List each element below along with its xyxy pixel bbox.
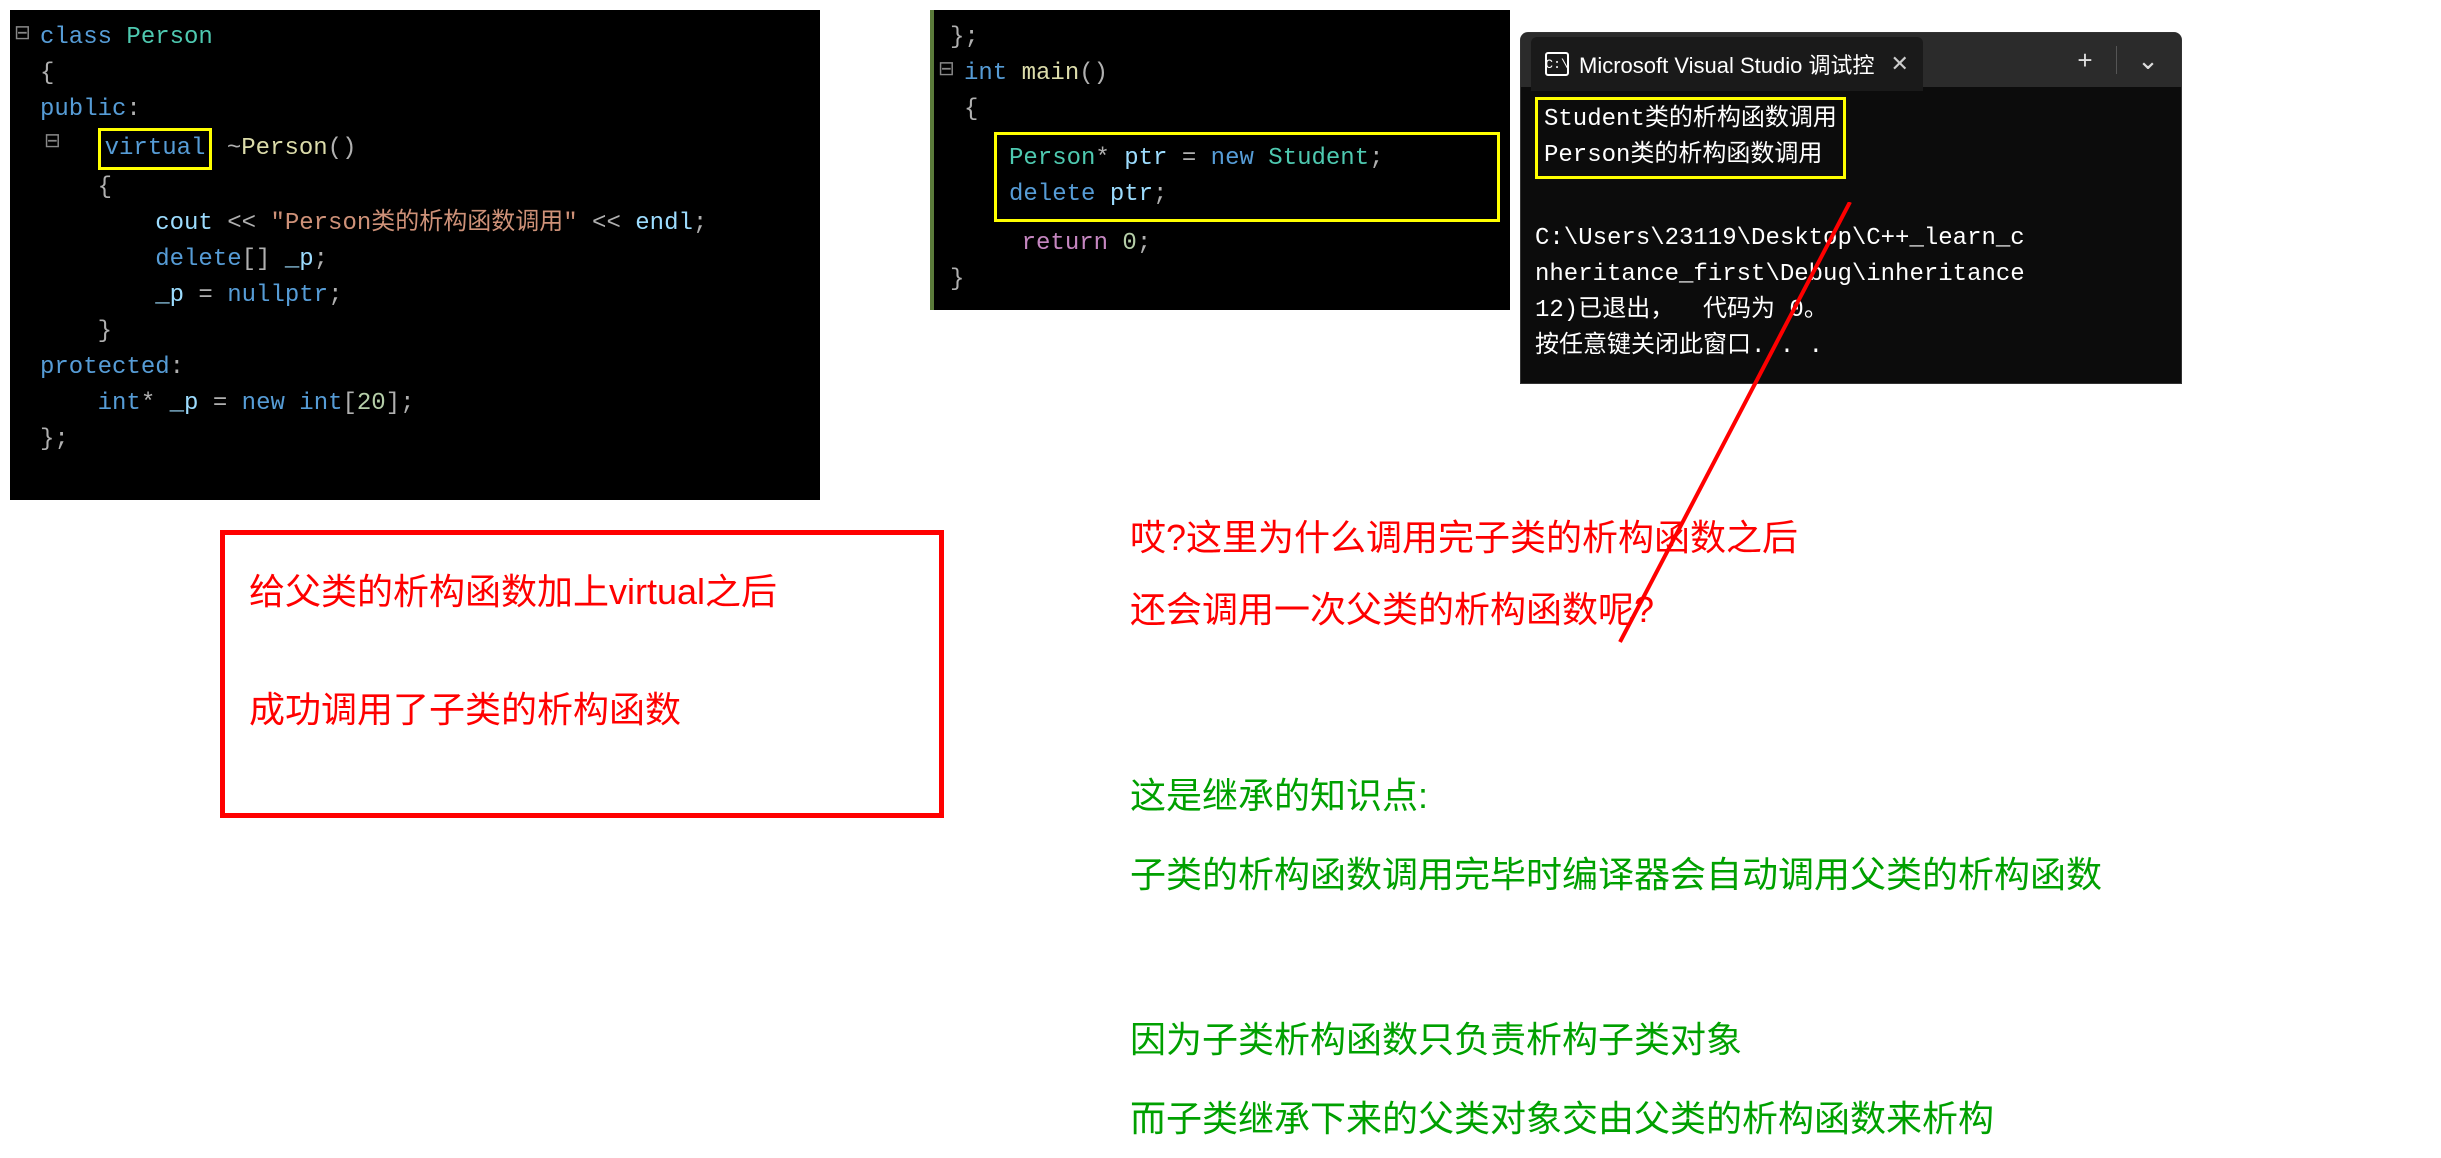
annotation-text: 而子类继承下来的父类对象交由父类的析构函数来析构 (1130, 1079, 1994, 1158)
code-line: Person* ptr = new Student; (1009, 141, 1485, 177)
annotation-text: 这是继承的知识点: (1130, 756, 2102, 835)
annotation-text: 还会调用一次父类的析构函数呢? (1130, 574, 1798, 646)
annotation-green-block: 因为子类析构函数只负责析构子类对象 而子类继承下来的父类对象交由父类的析构函数来… (1130, 1000, 1994, 1158)
console-line: 按任意键关闭此窗口. . . (1535, 333, 1823, 360)
close-icon[interactable]: ✕ (1890, 51, 1908, 77)
code-line: public: (40, 92, 810, 128)
console-line: Person类的析构函数调用 (1544, 142, 1822, 169)
console-output: Student类的析构函数调用 Person类的析构函数调用 C:\Users\… (1521, 87, 2181, 383)
virtual-keyword-highlight: virtual (98, 128, 213, 170)
code-line: protected: (40, 350, 810, 386)
dropdown-icon[interactable]: ⌄ (2125, 37, 2171, 84)
annotation-text: 因为子类析构函数只负责析构子类对象 (1130, 1000, 1994, 1079)
code-line: } (950, 262, 1500, 298)
code-line: delete ptr; (1009, 177, 1485, 213)
code-editor-left: ⊟class Person { public: ⊟ virtual ~Perso… (10, 10, 820, 500)
code-editor-right: }; ⊟int main() { Person* ptr = new Stude… (930, 10, 1510, 310)
terminal-icon: C:\ (1545, 52, 1569, 76)
console-line: C:\Users\23119\Desktop\C++_learn_c (1535, 225, 2025, 252)
console-line: nheritance_first\Debug\inheritance (1535, 261, 2025, 288)
annotation-text: 成功调用了子类的析构函数 (249, 681, 915, 739)
code-line: ⊟int main() (964, 56, 1500, 92)
console-line: 12)已退出， 代码为 0。 (1535, 297, 1828, 324)
code-line: }; (40, 422, 810, 458)
code-line: return 0; (964, 226, 1500, 262)
main-body-highlight: Person* ptr = new Student; delete ptr; (994, 132, 1500, 222)
code-line: { (964, 92, 1500, 128)
annotation-text: 给父类的析构函数加上virtual之后 (249, 563, 915, 621)
fold-minus-icon: ⊟ (938, 56, 955, 86)
code-line: delete[] _p; (40, 242, 810, 278)
code-line: _p = nullptr; (40, 278, 810, 314)
annotation-green-block: 这是继承的知识点: 子类的析构函数调用完毕时编译器会自动调用父类的析构函数 (1130, 756, 2102, 914)
code-line: ⊟ virtual ~Person() (40, 128, 810, 170)
code-line: cout << "Person类的析构函数调用" << endl; (40, 206, 810, 242)
console-tab[interactable]: C:\ Microsoft Visual Studio 调试控 ✕ (1531, 37, 1923, 91)
console-titlebar: C:\ Microsoft Visual Studio 调试控 ✕ + ⌄ (1521, 33, 2181, 87)
code-line: { (40, 56, 810, 92)
annotation-text: 哎?这里为什么调用完子类的析构函数之后 (1130, 502, 1798, 574)
new-tab-button[interactable]: + (2062, 37, 2108, 84)
console-tab-title: Microsoft Visual Studio 调试控 (1579, 48, 1874, 80)
annotation-text: 子类的析构函数调用完毕时编译器会自动调用父类的析构函数 (1130, 835, 2102, 914)
debug-console-window: C:\ Microsoft Visual Studio 调试控 ✕ + ⌄ St… (1520, 32, 2182, 384)
console-line: Student类的析构函数调用 (1544, 106, 1837, 133)
code-line: ⊟class Person (40, 20, 810, 56)
fold-minus-icon: ⊟ (44, 128, 61, 158)
annotation-red-box: 给父类的析构函数加上virtual之后 成功调用了子类的析构函数 (220, 530, 944, 818)
fold-minus-icon: ⊟ (14, 20, 31, 50)
code-line: { (40, 170, 810, 206)
code-line: } (40, 314, 810, 350)
code-line: }; (950, 20, 1500, 56)
console-output-highlight: Student类的析构函数调用 Person类的析构函数调用 (1535, 97, 1846, 179)
annotation-red-question: 哎?这里为什么调用完子类的析构函数之后 还会调用一次父类的析构函数呢? (1130, 502, 1798, 646)
code-line: int* _p = new int[20]; (40, 386, 810, 422)
